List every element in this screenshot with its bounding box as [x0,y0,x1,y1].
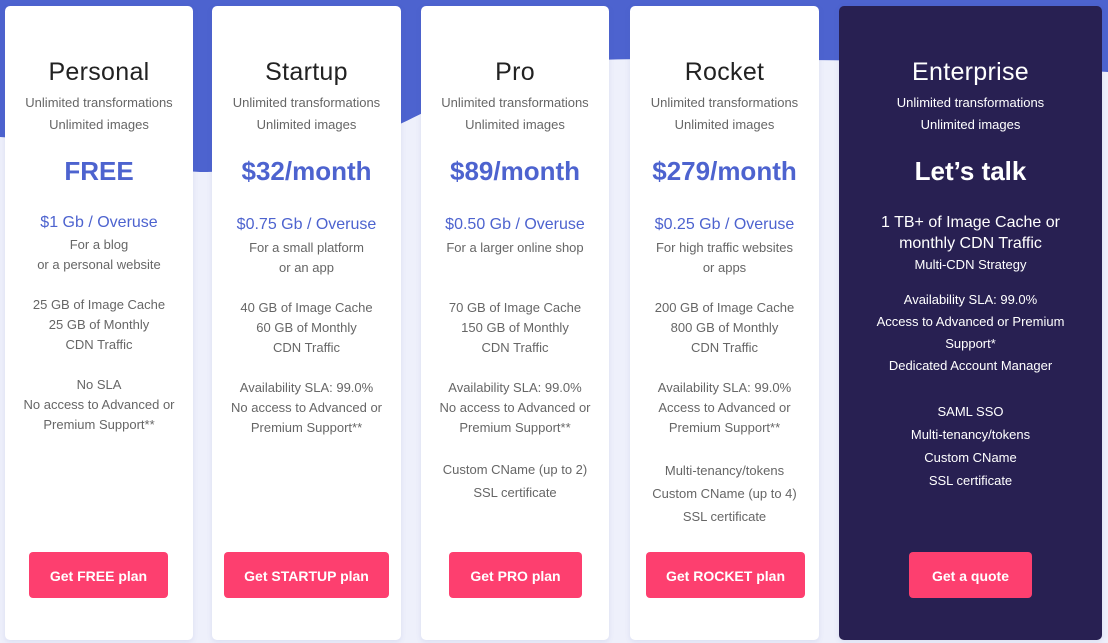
plan-card-enterprise: Enterprise Unlimited transformations Unl… [839,6,1102,640]
extra-line: Custom CName (up to 2) [442,462,588,477]
plan-storage: 70 GB of Image Cache 150 GB of Monthly C… [421,298,609,358]
storage-line: 800 GB of Monthly [670,320,779,335]
plan-feature: Unlimited transformations [896,95,1045,110]
storage-line: CDN Traffic [273,340,340,355]
enterprise-strategy: Multi-CDN Strategy [914,257,1027,272]
plan-name: Enterprise [912,58,1029,86]
plan-storage: 200 GB of Image Cache 800 GB of Monthly … [630,298,819,358]
extra-line: SSL certificate [473,485,557,500]
plan-name: Pro [495,58,535,86]
plan-price: $279/month [652,156,797,186]
overuse-rate: $0.25 Gb / Overuse [654,216,795,233]
support-line: Premium Support** [668,420,781,435]
audience-line: or apps [702,260,747,275]
extra-line: Custom CName [924,450,1017,465]
plan-price: $89/month [449,156,581,186]
support-line: No access to Advanced or [23,397,175,412]
overuse-rate: $1 Gb / Overuse [40,214,158,231]
headline-line: monthly CDN Traffic [899,235,1042,252]
plan-extras: Multi-tenancy/tokens Custom CName (up to… [630,459,819,528]
headline-line: 1 TB+ of Image Cache or [881,214,1060,231]
plan-support: Availability SLA: 99.0% No access to Adv… [421,378,609,438]
plan-card-personal: Personal Unlimited transformations Unlim… [5,6,193,640]
storage-line: CDN Traffic [65,337,133,352]
overuse-rate: $0.75 Gb / Overuse [236,216,377,233]
plan-feature: Unlimited images [256,117,357,132]
support-line: Premium Support** [250,420,363,435]
plan-feature: Unlimited images [49,117,149,132]
storage-line: 60 GB of Monthly [256,320,357,335]
plan-feature: Unlimited images [674,117,775,132]
overuse-rate: $0.50 Gb / Overuse [445,216,585,233]
storage-line: 25 GB of Image Cache [32,297,166,312]
storage-line: 70 GB of Image Cache [448,300,582,315]
support-line: Access to Advanced or [658,400,791,415]
get-rocket-plan-button[interactable]: Get ROCKET plan [646,552,805,598]
plan-name: Startup [265,58,348,86]
support-line: Support* [945,336,996,351]
storage-line: 200 GB of Image Cache [654,300,795,315]
audience-line: For a small platform [249,240,364,255]
audience-line: For a blog [69,237,129,252]
support-line: Premium Support** [459,420,571,435]
audience-line: or a personal website [37,257,161,272]
storage-line: 40 GB of Image Cache [240,300,373,315]
plan-extras: Custom CName (up to 2) SSL certificate [421,458,609,504]
support-line: Availability SLA: 99.0% [657,380,792,395]
extra-line: SSL certificate [928,473,1013,488]
plan-audience: For a larger online shop [421,238,609,258]
plan-storage: 40 GB of Image Cache 60 GB of Monthly CD… [212,298,401,358]
plan-name: Personal [48,58,150,86]
support-line: Dedicated Account Manager [888,358,1053,373]
plan-support: Availability SLA: 99.0% Access to Advanc… [630,378,819,438]
plan-feature: Unlimited transformations [25,95,173,110]
storage-line: CDN Traffic [481,340,549,355]
storage-line: 150 GB of Monthly [461,320,569,335]
extra-line: SAML SSO [937,404,1004,419]
get-free-plan-button[interactable]: Get FREE plan [29,552,168,598]
support-line: Access to Advanced or Premium [876,314,1065,329]
extra-line: SSL certificate [682,509,767,524]
extra-line: Custom CName (up to 4) [652,486,797,501]
get-pro-plan-button[interactable]: Get PRO plan [449,552,582,598]
support-line: Availability SLA: 99.0% [448,380,582,395]
plan-support: Availability SLA: 99.0% No access to Adv… [212,378,401,438]
plan-feature: Unlimited transformations [441,95,589,110]
plan-card-pro: Pro Unlimited transformations Unlimited … [421,6,609,640]
storage-line: 25 GB of Monthly [48,317,150,332]
plan-feature: Unlimited transformations [650,95,799,110]
audience-line: For a larger online shop [446,240,584,255]
plan-feature: Unlimited images [465,117,565,132]
support-line: Availability SLA: 99.0% [239,380,374,395]
extra-line: Multi-tenancy/tokens [664,463,785,478]
plan-audience: For a blog or a personal website [5,235,193,275]
plan-extras: SAML SSO Multi-tenancy/tokens Custom CNa… [839,400,1102,492]
plan-storage: 25 GB of Image Cache 25 GB of Monthly CD… [5,295,193,355]
support-line: No access to Advanced or [439,400,591,415]
plan-name: Rocket [684,58,765,86]
plan-audience: For high traffic websites or apps [630,238,819,278]
support-line: Availability SLA: 99.0% [903,292,1038,307]
plan-support: Availability SLA: 99.0% Access to Advanc… [839,289,1102,377]
support-line: Premium Support** [43,417,155,432]
plan-card-startup: Startup Unlimited transformations Unlimi… [212,6,401,640]
plan-price: Let’s talk [914,156,1027,186]
storage-line: CDN Traffic [691,340,758,355]
pricing-cards: Personal Unlimited transformations Unlim… [0,0,1108,643]
plan-audience: For a small platform or an app [212,238,401,278]
plan-price: $32/month [241,156,372,186]
enterprise-headline: 1 TB+ of Image Cache or monthly CDN Traf… [839,212,1102,254]
plan-price: FREE [64,156,134,186]
plan-card-rocket: Rocket Unlimited transformations Unlimit… [630,6,819,640]
get-a-quote-button[interactable]: Get a quote [909,552,1032,598]
plan-feature: Unlimited images [920,117,1021,132]
plan-feature: Unlimited transformations [232,95,381,110]
support-line: No SLA [76,377,122,392]
audience-line: For high traffic websites [655,240,794,255]
plan-support: No SLA No access to Advanced or Premium … [5,375,193,435]
audience-line: or an app [279,260,334,275]
extra-line: Multi-tenancy/tokens [910,427,1031,442]
get-startup-plan-button[interactable]: Get STARTUP plan [224,552,389,598]
support-line: No access to Advanced or [230,400,383,415]
